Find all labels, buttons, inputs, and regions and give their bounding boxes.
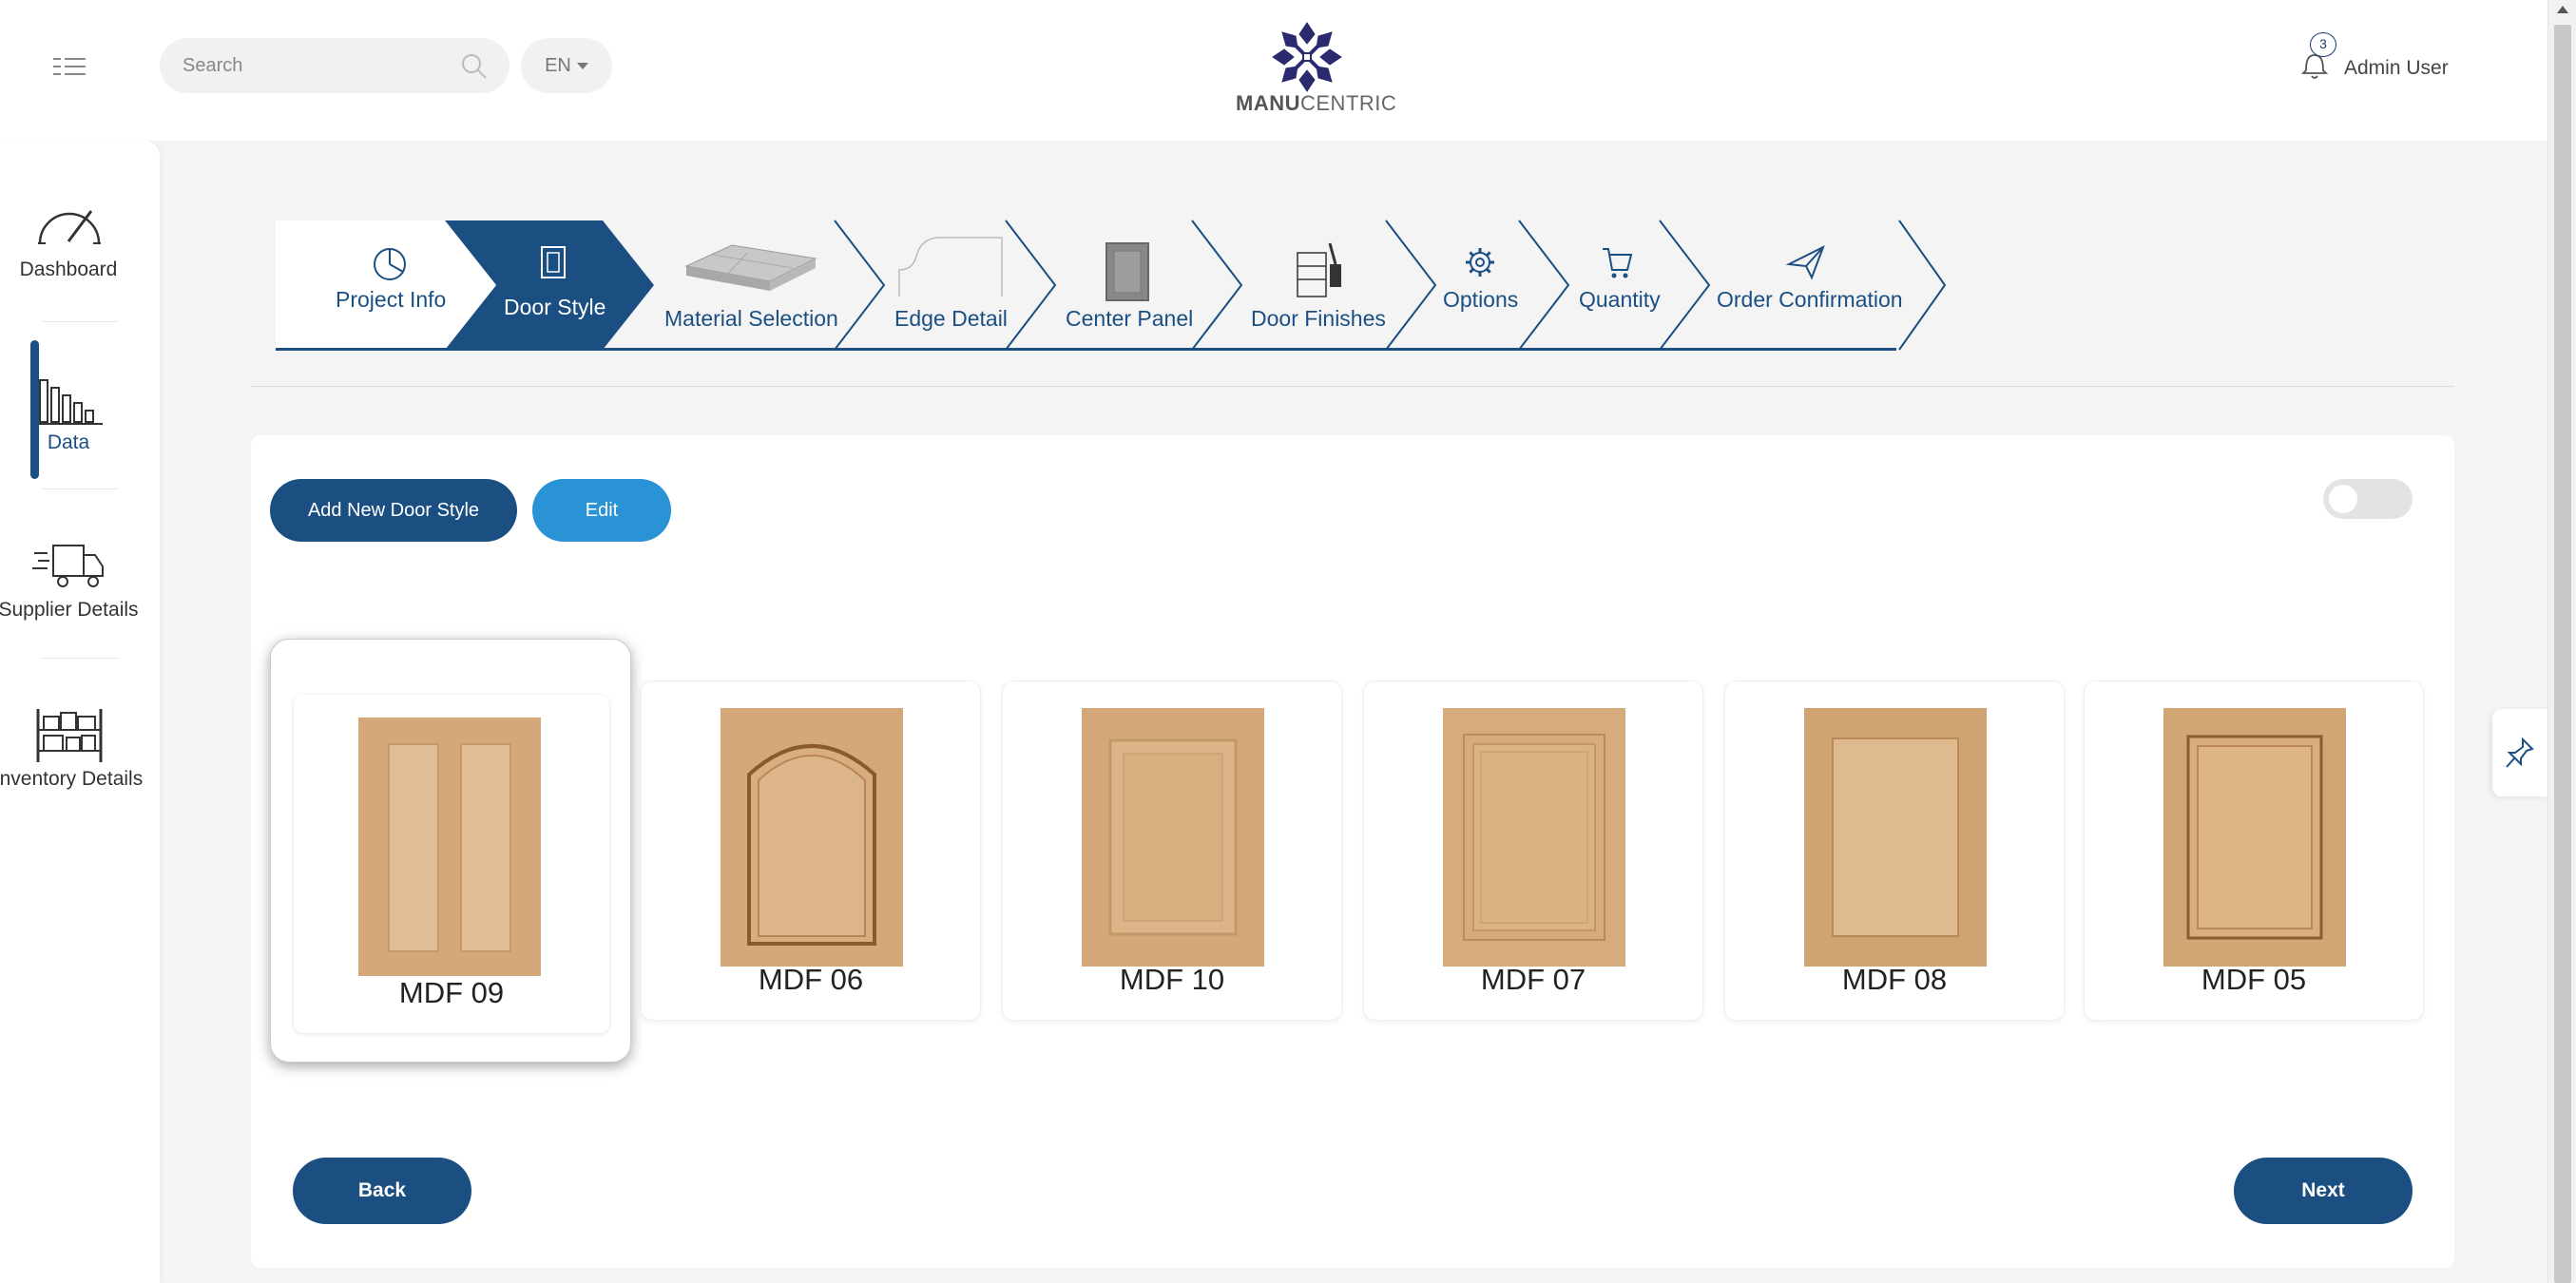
step-project-info[interactable]: Project Info bbox=[336, 287, 446, 313]
step-door-style[interactable]: Door Style bbox=[504, 295, 606, 320]
door-style-card-mdf-06[interactable]: MDF 06 bbox=[641, 680, 981, 1021]
language-value: EN bbox=[545, 54, 571, 76]
center-panel-icon bbox=[1105, 242, 1149, 301]
door-style-card-mdf-08[interactable]: MDF 08 bbox=[1724, 680, 2065, 1021]
user-name[interactable]: Admin User bbox=[2344, 57, 2449, 80]
door-style-label: MDF 07 bbox=[1480, 963, 1586, 996]
notification-badge: 3 bbox=[2310, 32, 2336, 57]
toggle-knob bbox=[2329, 485, 2357, 513]
page-scrollbar[interactable] bbox=[2547, 0, 2576, 1283]
step-order-confirmation[interactable]: Order Confirmation bbox=[1717, 287, 1903, 313]
sidebar-item-label: Data bbox=[47, 431, 90, 453]
sidebar: Dashboard Data Supplier Details Inventor… bbox=[0, 141, 160, 1283]
door-style-card-mdf-05[interactable]: MDF 05 bbox=[2084, 680, 2424, 1021]
delivery-truck-icon bbox=[32, 545, 104, 587]
door-beaded-image bbox=[1443, 708, 1625, 967]
menu-list-icon[interactable] bbox=[46, 48, 93, 86]
sidebar-divider bbox=[42, 488, 118, 489]
door-style-label: MDF 10 bbox=[1119, 963, 1225, 996]
door-arched-image bbox=[721, 708, 903, 967]
next-button[interactable]: Next bbox=[2234, 1158, 2413, 1224]
door-style-card-mdf-10[interactable]: MDF 10 bbox=[1002, 680, 1342, 1021]
step-center-panel[interactable]: Center Panel bbox=[1066, 306, 1193, 332]
material-slab-icon bbox=[684, 244, 817, 291]
door-style-label: MDF 05 bbox=[2201, 963, 2307, 996]
edge-profile-icon bbox=[898, 237, 1003, 297]
search-input[interactable] bbox=[183, 38, 430, 93]
step-edge-detail[interactable]: Edge Detail bbox=[894, 306, 1008, 332]
bar-chart-icon bbox=[36, 379, 103, 425]
top-header: EN MANUCENTRIC 3 Admin User bbox=[0, 0, 2547, 141]
step-material-selection[interactable]: Material Selection bbox=[664, 306, 838, 332]
pin-icon bbox=[2506, 737, 2534, 768]
door-raised-image bbox=[1082, 708, 1264, 967]
step-door-finishes[interactable]: Door Finishes bbox=[1251, 306, 1386, 332]
door-style-label: MDF 06 bbox=[758, 963, 864, 996]
scroll-thumb[interactable] bbox=[2554, 25, 2571, 1283]
sidebar-divider bbox=[42, 658, 118, 659]
sidebar-item-inventory-details[interactable]: Inventory Details bbox=[0, 694, 160, 846]
view-toggle[interactable] bbox=[2323, 479, 2413, 519]
paper-plane-icon bbox=[1785, 244, 1825, 280]
chevron-down-icon bbox=[576, 62, 588, 69]
active-indicator bbox=[30, 340, 39, 479]
door-style-card-mdf-09[interactable]: MDF 09 bbox=[270, 639, 631, 1063]
search-icon[interactable] bbox=[458, 50, 490, 83]
wizard-steps bbox=[276, 220, 1947, 351]
wizard-underline bbox=[276, 348, 1896, 351]
door-style-card-mdf-07[interactable]: MDF 07 bbox=[1363, 680, 1703, 1021]
add-new-door-style-button[interactable]: Add New Door Style bbox=[270, 479, 517, 542]
back-button[interactable]: Back bbox=[293, 1158, 471, 1224]
sidebar-item-label: Inventory Details bbox=[0, 768, 144, 790]
sidebar-item-label: Supplier Details bbox=[0, 599, 139, 621]
sidebar-divider bbox=[42, 321, 118, 322]
search-box bbox=[160, 38, 509, 93]
cart-icon bbox=[1603, 248, 1633, 278]
door-style-tile: MDF 09 bbox=[294, 695, 609, 1033]
door-two-panel-image bbox=[358, 718, 541, 976]
gauge-icon bbox=[38, 210, 101, 244]
shelving-icon bbox=[36, 709, 103, 762]
logo-text: MANUCENTRIC bbox=[1236, 91, 1397, 115]
scroll-up-arrow-icon[interactable] bbox=[2557, 6, 2568, 13]
sidebar-item-dashboard[interactable]: Dashboard bbox=[0, 188, 160, 340]
sidebar-item-label: Dashboard bbox=[19, 259, 118, 280]
sidebar-item-data[interactable]: Data bbox=[0, 355, 160, 507]
language-select[interactable]: EN bbox=[521, 38, 612, 93]
gear-icon bbox=[1466, 248, 1494, 277]
pin-panel-tab[interactable] bbox=[2492, 709, 2547, 796]
step-quantity[interactable]: Quantity bbox=[1579, 287, 1661, 313]
edit-button[interactable]: Edit bbox=[532, 479, 671, 542]
door-style-label: MDF 08 bbox=[1841, 963, 1948, 996]
finish-brush-icon bbox=[1297, 242, 1341, 297]
sidebar-item-supplier-details[interactable]: Supplier Details bbox=[0, 523, 160, 675]
section-divider bbox=[251, 386, 2454, 387]
door-shaker-image bbox=[2163, 708, 2346, 967]
step-options[interactable]: Options bbox=[1443, 287, 1518, 313]
door-recessed-image bbox=[1804, 708, 1987, 967]
door-style-label: MDF 09 bbox=[398, 976, 505, 1009]
